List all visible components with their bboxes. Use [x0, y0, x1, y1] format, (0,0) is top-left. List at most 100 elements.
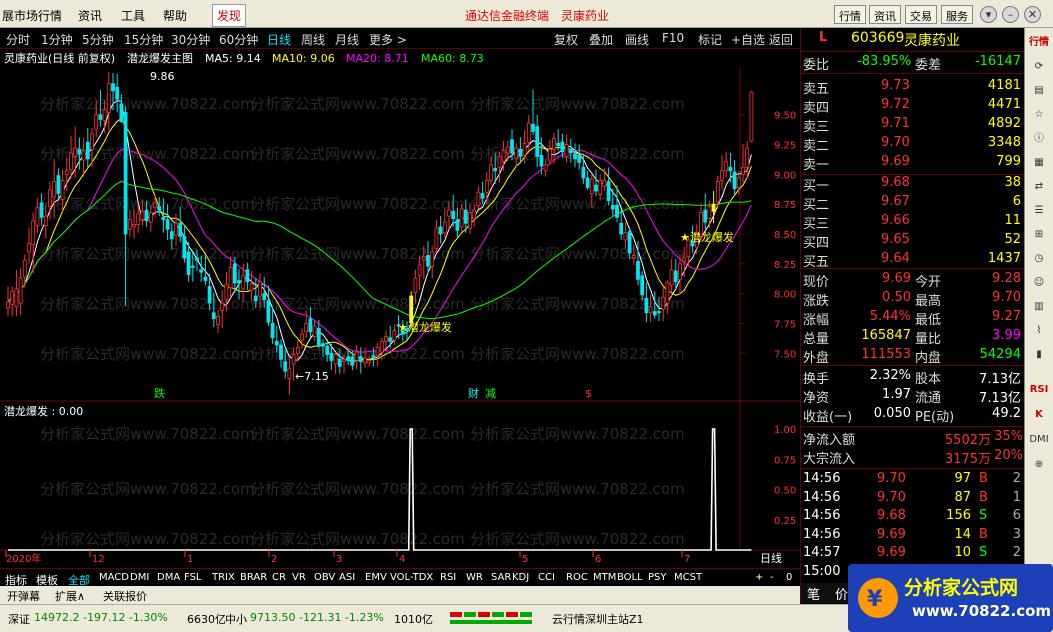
- ask-row[interactable]: 卖一 9.69 799: [801, 153, 1025, 173]
- tool-add-watchlist[interactable]: +自选: [731, 31, 765, 48]
- indicator-tab[interactable]: SAR: [491, 572, 511, 583]
- indicator-tab[interactable]: MTM: [593, 572, 616, 583]
- tool-draw[interactable]: 画线: [625, 31, 649, 48]
- bid-row[interactable]: 买四 9.65 52: [801, 231, 1025, 251]
- side-zoom-icon[interactable]: ⊕: [1028, 456, 1050, 474]
- tool-mark[interactable]: 标记: [698, 31, 722, 48]
- ask-row[interactable]: 卖四 9.72 4471: [801, 96, 1025, 116]
- indicator-tab[interactable]: VOL-TDX: [390, 572, 433, 583]
- indicator-tab[interactable]: ROC: [566, 572, 588, 583]
- candle-body: [484, 179, 489, 193]
- tick-time: 14:56: [803, 489, 841, 505]
- side-compare-icon[interactable]: ⇄: [1028, 178, 1050, 196]
- menu-discover[interactable]: 发现: [212, 4, 247, 27]
- indicator-tab[interactable]: MACD: [99, 572, 129, 583]
- side-refresh-icon[interactable]: ⟳: [1028, 58, 1050, 76]
- flow-percent: 35%: [994, 429, 1023, 444]
- promo-stock[interactable]: 灵康药业: [561, 7, 609, 24]
- indicator-tab[interactable]: FSL: [184, 572, 202, 583]
- related-quote-button[interactable]: 关联报价: [100, 588, 150, 604]
- indicator-tab[interactable]: DMI: [130, 572, 149, 583]
- indicator-tab[interactable]: VR: [292, 572, 306, 583]
- indicator-tab[interactable]: MCST: [674, 572, 702, 583]
- tab-prices[interactable]: 价: [835, 584, 848, 603]
- tool-overlay[interactable]: 叠加: [589, 31, 613, 48]
- top-button-trade[interactable]: 交易: [905, 5, 937, 24]
- period-weekly[interactable]: 周线: [301, 31, 325, 48]
- window-menu-icon[interactable]: ▾: [980, 6, 997, 23]
- side-dmi[interactable]: DMI: [1028, 431, 1050, 449]
- tool-adjust[interactable]: 复权: [554, 31, 578, 48]
- period-monthly[interactable]: 月线: [335, 31, 359, 48]
- tool-f10[interactable]: F10: [662, 31, 684, 45]
- candle-body: [224, 283, 229, 301]
- side-favorite-icon[interactable]: ☆: [1028, 106, 1050, 124]
- server-name[interactable]: 云行情深圳主站Z1: [552, 611, 644, 627]
- indicator-tab[interactable]: WR: [466, 572, 483, 583]
- tab-trades[interactable]: 笔: [807, 584, 820, 603]
- side-alert-icon[interactable]: ◷: [1028, 250, 1050, 268]
- ask-row[interactable]: 卖五 9.73 4181: [801, 77, 1025, 97]
- candle-body: [581, 166, 586, 179]
- bid-row[interactable]: 买五 9.64 1437: [801, 250, 1025, 270]
- side-rsi[interactable]: RSI: [1028, 381, 1050, 399]
- side-user-icon[interactable]: ☺: [1028, 274, 1050, 292]
- side-bars-icon[interactable]: ▮: [1028, 346, 1050, 364]
- side-info-icon[interactable]: ⓘ: [1028, 130, 1050, 148]
- indicator-tab[interactable]: ASI: [339, 572, 355, 583]
- menu-help[interactable]: 帮助: [163, 7, 187, 24]
- ind-add[interactable]: +: [755, 572, 763, 583]
- top-button-quote[interactable]: 行情: [834, 5, 866, 24]
- indicator-tab[interactable]: DMA: [157, 572, 180, 583]
- indicator-tab[interactable]: KDJ: [512, 572, 529, 583]
- close-icon[interactable]: ✕: [1024, 6, 1041, 23]
- period-60min[interactable]: 60分钟: [219, 31, 258, 48]
- top-button-news[interactable]: 资讯: [869, 5, 901, 24]
- indicator-tab[interactable]: RSI: [440, 572, 456, 583]
- bid-row[interactable]: 买二 9.67 6: [801, 193, 1025, 213]
- side-list-icon[interactable]: ☰: [1028, 202, 1050, 220]
- indicator-tab[interactable]: OBV: [314, 572, 335, 583]
- side-grid-icon[interactable]: ▥: [1028, 298, 1050, 316]
- bid-row[interactable]: 买一 9.68 38: [801, 174, 1025, 194]
- stat-value: 9.69: [882, 271, 911, 286]
- side-k[interactable]: K: [1028, 406, 1050, 424]
- bid-volume: 52: [1004, 232, 1021, 247]
- indicator-tab[interactable]: BRAR: [240, 572, 267, 583]
- indicator-tab[interactable]: EMV: [365, 572, 387, 583]
- ind-remove[interactable]: -: [770, 572, 774, 583]
- menu-news[interactable]: 资讯: [78, 7, 102, 24]
- side-chart-icon[interactable]: ▦: [1028, 154, 1050, 172]
- indicator-tab[interactable]: TRIX: [212, 572, 235, 583]
- ask-row[interactable]: 卖三 9.71 4892: [801, 115, 1025, 135]
- side-line-icon[interactable]: ⌇: [1028, 322, 1050, 340]
- indicator-tab[interactable]: BOLL: [617, 572, 643, 583]
- period-daily[interactable]: 日线: [267, 31, 291, 48]
- period-30min[interactable]: 30分钟: [171, 31, 210, 48]
- period-15min[interactable]: 15分钟: [124, 31, 163, 48]
- ind-reset[interactable]: 0: [786, 572, 792, 583]
- minimize-icon[interactable]: –: [1002, 6, 1019, 23]
- promo-terminal[interactable]: 通达信金融终端: [465, 7, 549, 24]
- bid-row[interactable]: 买三 9.66 11: [801, 212, 1025, 232]
- top-button-service[interactable]: 服务: [941, 5, 973, 24]
- danmaku-button[interactable]: 开弹幕: [4, 588, 43, 604]
- indicator-tab[interactable]: CCI: [538, 572, 555, 583]
- period-more[interactable]: 更多 >: [369, 31, 407, 48]
- kline-chart[interactable]: 分析家公式网www.70822.com分析家公式网www.70822.com 分析…: [0, 49, 800, 568]
- tool-back[interactable]: 返回: [769, 31, 793, 48]
- period-5min[interactable]: 5分钟: [82, 31, 114, 48]
- expand-button[interactable]: 扩展∧: [52, 588, 88, 604]
- side-filter-icon[interactable]: ⊞: [1028, 226, 1050, 244]
- indicator-tab[interactable]: PSY: [648, 572, 667, 583]
- menu-market[interactable]: 展市场行情: [2, 7, 62, 24]
- indicator-tab[interactable]: CR: [272, 572, 286, 583]
- side-quote[interactable]: 行情: [1028, 34, 1050, 52]
- ask-row[interactable]: 卖二 9.70 3348: [801, 134, 1025, 154]
- period-1min[interactable]: 1分钟: [41, 31, 73, 48]
- side-news-icon[interactable]: ▤: [1028, 82, 1050, 100]
- ask-volume: 4181: [987, 78, 1021, 93]
- candle-body: [501, 150, 506, 162]
- menu-tools[interactable]: 工具: [121, 7, 145, 24]
- period-tick[interactable]: 分时: [6, 31, 30, 48]
